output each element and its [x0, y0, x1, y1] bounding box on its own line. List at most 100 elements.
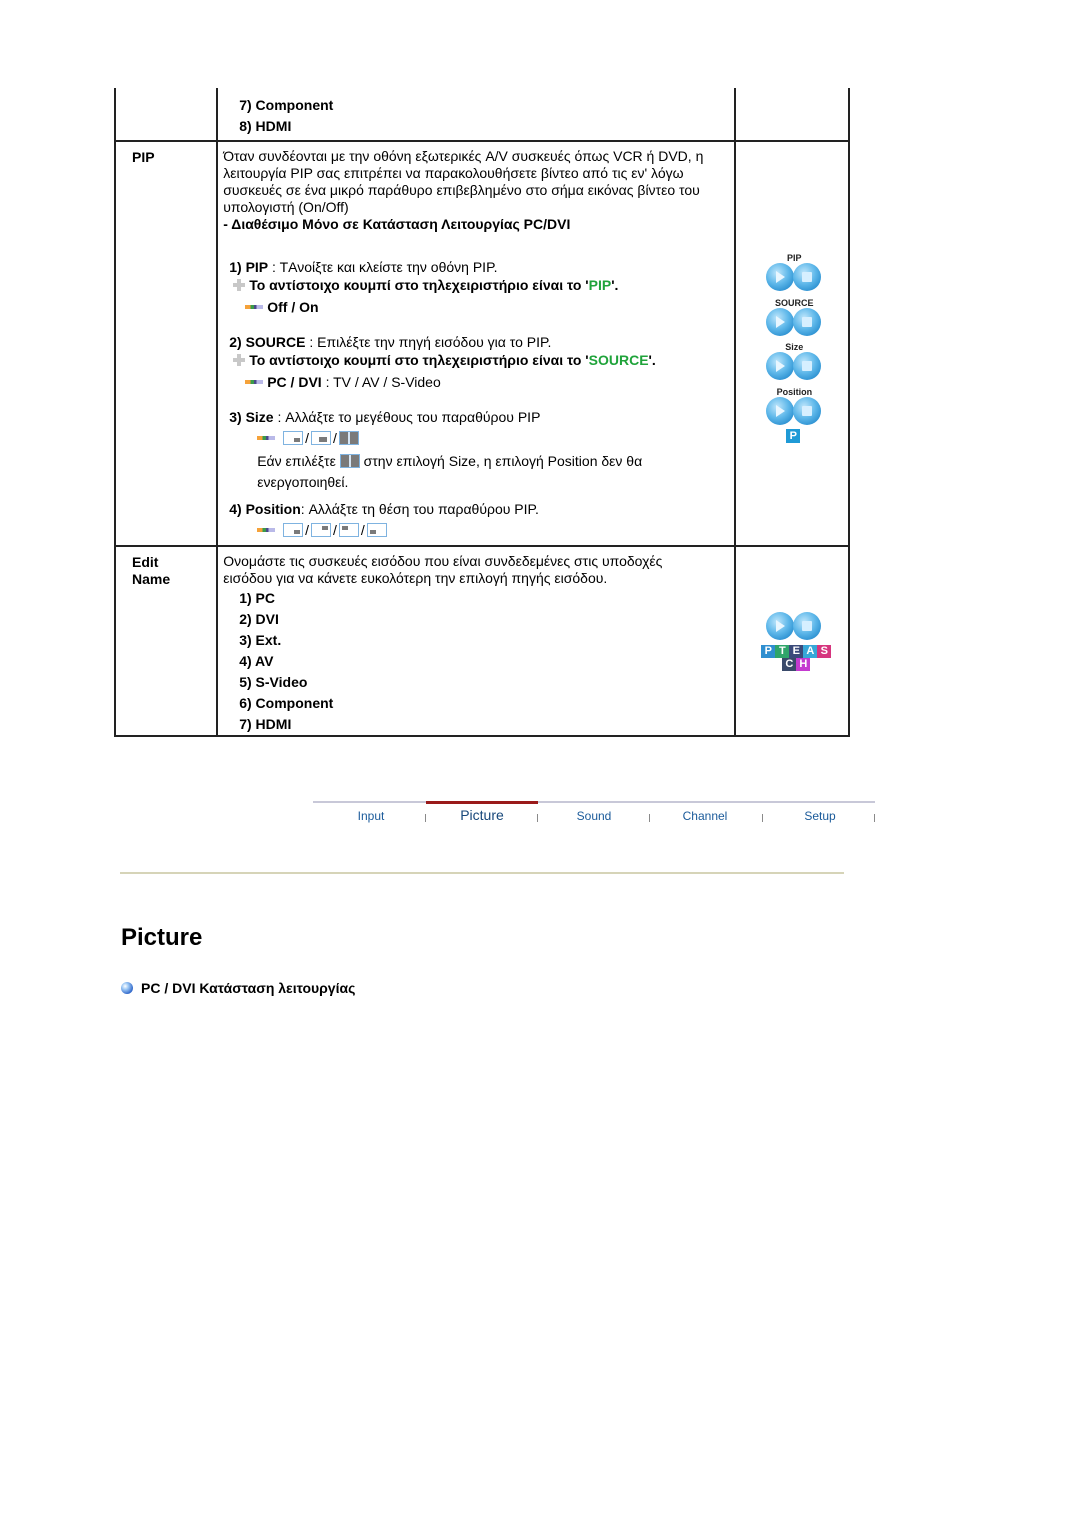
source-key-p: P — [761, 645, 776, 658]
remote-note-prefix: Το αντίστοιχο κουμπί στο τηλεχειριστήριο… — [249, 277, 589, 293]
menu-tab-bar: Input Picture Sound Channel Setup — [313, 801, 875, 833]
list-item: 7) Component — [239, 97, 334, 113]
item-number: 3) — [229, 409, 242, 425]
list-item: 1) PC — [239, 590, 276, 606]
remote-note-prefix: Το αντίστοιχο κουμπί στο τηλεχειριστήριο… — [249, 352, 589, 368]
separator: / — [305, 522, 309, 538]
pip-description: Όταν συνδέονται με την οθόνη εξωτερικές … — [223, 148, 704, 215]
row-content: 7) Component 8) HDMI — [217, 88, 737, 142]
item-text: TΑνοίξτε και κλείστε την οθόνη PIP. — [279, 259, 498, 275]
play-button-icon — [766, 397, 795, 425]
item-text: Αλλάξτε τη θέση του παραθύρου PIP. — [308, 501, 539, 517]
source-key-a: A — [803, 645, 818, 658]
row-icons-empty — [735, 88, 850, 142]
item-text: Επιλέξτε την πηγή εισόδου για το PIP. — [317, 334, 552, 350]
source-key-c: C — [782, 658, 797, 671]
item-name: SOURCE — [245, 334, 306, 350]
remote-buttons-cell: PIP SOURCE Size Position P — [735, 141, 850, 547]
item-name: PIP — [245, 259, 269, 275]
plus-icon — [233, 354, 246, 366]
source-key-t: T — [775, 645, 790, 658]
remote-key: SOURCE — [588, 352, 649, 368]
source-key-e: E — [789, 645, 804, 658]
options: Off / On — [229, 299, 734, 316]
remote-note: Το αντίστοιχο κουμπί στο τηλεχειριστήριο… — [229, 352, 734, 369]
play-button-icon — [766, 352, 795, 380]
separator: : — [300, 501, 309, 517]
options-rest: : TV / AV / S-Video — [321, 374, 441, 390]
row-content: Όταν συνδέονται με την οθόνη εξωτερικές … — [217, 141, 737, 547]
options-bold: PC / DVI — [267, 374, 322, 390]
size-options: / / — [229, 430, 734, 447]
tab-input[interactable]: Input — [315, 809, 427, 823]
stop-button-icon — [793, 308, 822, 336]
list-item: 5) S-Video — [239, 674, 308, 690]
separator: : — [305, 334, 318, 350]
row-label-text: Edit — [132, 554, 159, 570]
option-bar-icon — [257, 436, 276, 440]
row-label-text: Name — [132, 571, 171, 587]
separator: / — [333, 430, 337, 446]
source-key-s: S — [817, 645, 832, 658]
remote-key: PIP — [588, 277, 612, 293]
section-heading: PC / DVI Κατάσταση λειτουργίας — [121, 980, 355, 996]
list-item: 3) Ext. — [239, 632, 282, 648]
table-row-pip: PIP Όταν συνδέονται με την οθόνη εξωτερι… — [113, 141, 850, 547]
row-label-text: PIP — [132, 149, 155, 165]
play-button-icon — [766, 308, 795, 336]
size-double-window-icon — [338, 431, 359, 445]
tab-picture[interactable]: Picture — [426, 807, 538, 823]
position-bottom-left-icon — [366, 523, 387, 537]
divider-line — [120, 872, 844, 874]
remote-button-pair — [766, 263, 824, 291]
list-item: 4) AV — [239, 653, 274, 669]
sub-item-position: 4) Position: Αλλάξτε τη θέση του παραθύρ… — [223, 501, 734, 539]
play-button-icon — [766, 263, 795, 291]
sub-item-source: 2) SOURCE : Επιλέξτε την πηγή εισόδου γι… — [223, 334, 734, 391]
position-bottom-right-icon — [283, 523, 304, 537]
list-item: 2) DVI — [239, 611, 279, 627]
options: PC / DVI : TV / AV / S-Video — [229, 374, 734, 391]
option-bar-icon — [245, 380, 264, 384]
remote-note-suffix: '. — [648, 352, 656, 368]
stop-button-icon — [793, 612, 822, 640]
item-name: Size — [245, 409, 274, 425]
source-key-h: H — [796, 658, 811, 671]
item-name: Position — [245, 501, 301, 517]
size-double-window-icon — [339, 454, 360, 468]
tab-setup[interactable]: Setup — [764, 809, 876, 823]
remote-buttons-cell: PTEAS CH — [735, 546, 850, 737]
row-label-empty — [113, 88, 219, 142]
sub-item-size: 3) Size : Αλλάξτε το μεγέθους του παραθύ… — [223, 409, 734, 493]
position-top-right-icon — [311, 523, 331, 537]
tab-divider — [762, 814, 763, 822]
remote-note-suffix: '. — [611, 277, 619, 293]
list-item: 6) Component — [239, 695, 334, 711]
size-small-icon — [283, 431, 304, 445]
separator: : — [273, 409, 286, 425]
position-top-left-icon — [338, 523, 359, 537]
active-tab-indicator — [426, 801, 538, 804]
list-item: 8) HDMI — [239, 118, 292, 134]
plus-icon — [233, 279, 246, 291]
section-heading-text: PC / DVI Κατάσταση λειτουργίας — [141, 980, 356, 996]
tab-divider — [874, 814, 875, 822]
tab-sound[interactable]: Sound — [538, 809, 650, 823]
position-options: / / / — [229, 522, 734, 539]
edit-name-description: Ονομάστε τις συσκευές εισόδου που είναι … — [223, 553, 663, 586]
row-label: Edit Name — [113, 546, 219, 737]
stop-button-icon — [793, 263, 822, 291]
table-row-continued: 7) Component 8) HDMI — [113, 88, 850, 142]
option-bar-icon — [257, 528, 276, 532]
input-list: 1) PC 2) DVI 3) Ext. 4) AV 5) S-Video 6)… — [223, 587, 734, 735]
bullet-icon — [121, 982, 133, 994]
settings-table: 7) Component 8) HDMI PIP Όταν συνδέονται… — [113, 88, 850, 737]
availability-note: - Διαθέσιμο Μόνο σε Κατάσταση Λειτουργία… — [223, 216, 571, 232]
size-note: Εάν επιλέξτε στην επιλογή Size, η επιλογ… — [229, 451, 734, 493]
item-text: Αλλάξτε το μεγέθους του παραθύρου PIP — [285, 409, 541, 425]
source-keys-icon: PTEAS CH — [760, 645, 832, 671]
separator: / — [360, 522, 365, 538]
row-label: PIP — [113, 141, 219, 547]
row-content: Ονομάστε τις συσκευές εισόδου που είναι … — [217, 546, 737, 737]
tab-channel[interactable]: Channel — [649, 809, 761, 823]
